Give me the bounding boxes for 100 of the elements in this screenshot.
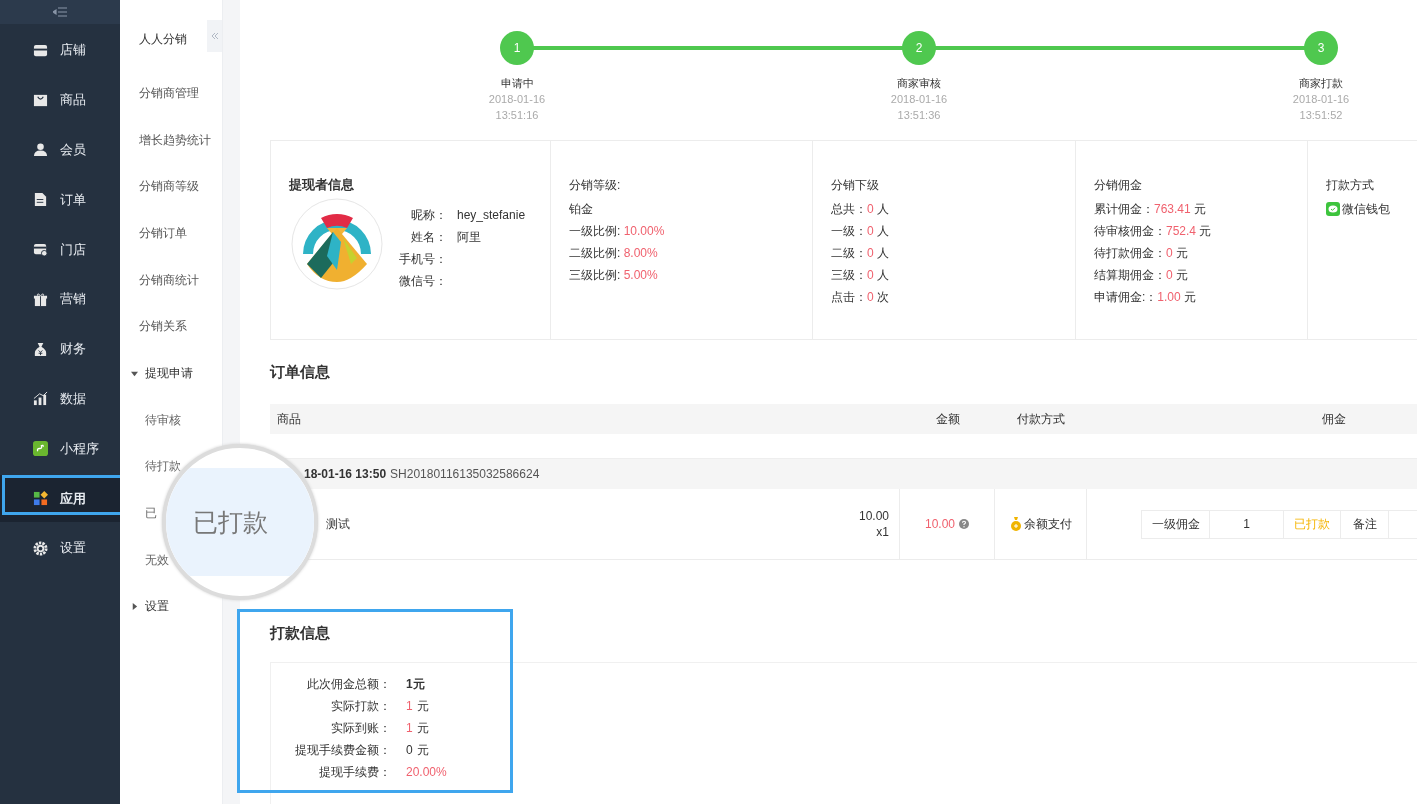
panel-title: 分销等级: [569,177,622,194]
submenu-group[interactable]: 设置 [131,598,169,615]
unit-label: 元 [416,742,429,759]
order-number: SH20180116135032586624 [390,467,540,481]
step-label: 商家审核 [897,76,941,91]
sidebar-item[interactable]: 门店 [0,226,120,273]
step-label: 商家打款 [1299,76,1343,91]
stat-label: 申请佣金:： [1094,290,1158,304]
grade-name: 铂金 [569,201,594,218]
stat-value: 0 [1166,268,1173,282]
stat-label: 累计佣金： [1094,202,1154,216]
stat-value: 0 [867,268,874,282]
step-time: 13:51:16 [495,108,539,123]
step-time: 13:51:52 [1299,108,1343,123]
column-header: 金额 [934,410,961,428]
stat-unit: 元 [1176,268,1189,282]
stat-label: 总共： [831,202,867,216]
order-amount: 10.00 [925,517,955,531]
stat-value: 0 [867,224,874,238]
commission-tier: 一级佣金 [1142,510,1210,538]
field-label: 此次佣金总额： [306,676,392,693]
submenu-link[interactable]: 待打款 [145,458,181,475]
payment-method: 微信钱包 [1342,201,1390,218]
commission-value: 1 [1210,510,1284,538]
step-date: 2018-01-16 [1292,92,1350,107]
stat-unit: 人 [877,268,890,282]
field-label: 姓名： [410,229,447,246]
stat-value: 0 [1166,246,1173,260]
stat-value: 763.41 [1154,202,1191,216]
sidebar-item[interactable]: 财务 [0,325,120,373]
submenu-link[interactable]: 已 [145,505,157,522]
stat-label: 二级： [831,246,867,260]
stat-label: 点击： [831,290,867,304]
column-header: 佣金 [1320,410,1347,428]
sidebar-item[interactable]: 订单 [0,176,120,224]
stat-label: 一级： [831,224,867,238]
field-label: 昵称： [410,207,447,224]
field-value: 1元 [406,676,425,693]
stat-label: 一级比例: [569,224,621,238]
stat-unit: 人 [877,202,890,216]
step-circle: 1 [500,31,534,65]
panel-title: 提现者信息 [289,176,355,194]
stat-value: 8.00% [623,246,658,260]
step-time: 13:51:36 [897,108,941,123]
stat-unit: 元 [1194,202,1207,216]
stat-value: 1.00 [1157,290,1181,304]
stat-unit: 人 [877,224,890,238]
section-title: 订单信息 [270,362,331,382]
sidebar-item[interactable]: 商品 [0,76,120,124]
order-date: 18-01-16 13:50 [304,467,387,481]
stat-unit: 人 [877,246,890,260]
field-label: 提现手续费： [318,764,392,781]
field-label: 微信号： [398,273,447,290]
submenu-link[interactable]: 分销商管理 [139,85,199,102]
submenu-link[interactable]: 分销关系 [139,318,187,335]
field-label: 实际打款： [330,698,392,715]
field-value: 0 [406,742,413,759]
stat-value: 0 [867,290,874,304]
field-value: 1 [406,720,413,737]
sidebar-item[interactable]: 营销 [0,276,120,323]
quantity: x1 [876,524,889,540]
field-label: 提现手续费金额： [294,742,392,759]
submenu-link[interactable]: 无效 [145,552,169,569]
unit-label: 元 [416,698,429,715]
submenu-link[interactable]: 增长趋势统计 [139,132,211,149]
stat-value: 752.4 [1166,224,1197,238]
step-circle: 3 [1304,31,1338,65]
submenu-link[interactable]: 分销商统计 [139,272,199,289]
submenu-group[interactable]: 提现申请 [131,365,193,382]
stat-unit: 次 [877,290,890,304]
unit-price: 10.00 [858,508,889,524]
field-value: 阿里 [457,229,481,246]
stat-value: 5.00% [623,268,658,282]
panel-title: 分销下级 [831,177,880,194]
column-header: 付款方式 [1016,410,1066,428]
sidebar-item[interactable]: 设置 [0,524,120,572]
submenu-link[interactable]: 分销订单 [139,225,187,242]
step-circle: 2 [902,31,936,65]
sidebar-item[interactable]: 会员 [0,126,120,174]
panel-title: 打款方式 [1326,177,1375,194]
sidebar-item[interactable]: 店铺 [0,27,120,74]
product-name: 测试 [326,515,350,533]
step-date: 2018-01-16 [890,92,948,107]
step-date: 2018-01-16 [488,92,546,107]
sidebar-item[interactable]: 小程序 [0,425,120,473]
stat-label: 二级比例: [569,246,621,260]
field-value: hey_stefanie [457,207,526,224]
section-title: 打款信息 [270,623,331,643]
field-value: 20.00% [406,764,447,781]
field-value: 1 [406,698,413,715]
submenu-link[interactable]: 分销商等级 [139,178,199,195]
unit-label: 元 [416,720,429,737]
step-label: 申请中 [500,76,534,91]
magnified-label: 已打款 [193,506,268,538]
field-label: 实际到账： [330,720,392,737]
stat-label: 待打款佣金： [1094,246,1166,260]
submenu-link[interactable]: 待审核 [145,412,181,429]
panel-title: 分销佣金 [1094,177,1143,194]
column-header: 商品 [276,410,302,428]
sidebar-item[interactable]: 数据 [0,375,120,423]
